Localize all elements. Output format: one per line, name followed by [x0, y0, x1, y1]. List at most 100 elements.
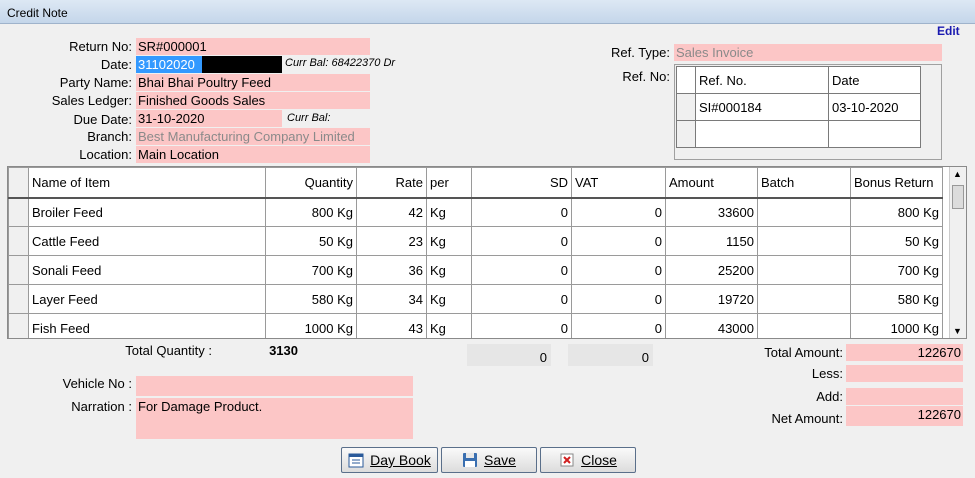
cell-bonus-return[interactable]: 1000 Kg — [850, 313, 943, 338]
cell-rate[interactable]: 34 — [356, 284, 427, 314]
vehicle-no-field[interactable] — [136, 376, 413, 396]
grid-header-batch[interactable]: Batch — [757, 167, 851, 199]
due-date-field[interactable]: 31-10-2020 — [136, 110, 282, 127]
ref-cell-ref-no[interactable] — [695, 120, 829, 148]
cell-batch[interactable] — [757, 313, 851, 338]
cell-quantity[interactable]: 1000 Kg — [265, 313, 357, 338]
party-name-field[interactable]: Bhai Bhai Poultry Feed — [136, 74, 370, 91]
cell-bonus-return[interactable]: 700 Kg — [850, 255, 943, 285]
cell-quantity[interactable]: 800 Kg — [265, 197, 357, 227]
ref-header-ref-no: Ref. No. — [695, 66, 829, 94]
row-selector[interactable] — [8, 197, 29, 227]
return-no-field[interactable]: SR#000001 — [136, 38, 370, 55]
cell-batch[interactable] — [757, 226, 851, 256]
ref-row-selector[interactable] — [676, 93, 696, 121]
cell-batch[interactable] — [757, 197, 851, 227]
row-selector[interactable] — [8, 255, 29, 285]
cell-vat[interactable]: 0 — [571, 255, 666, 285]
cell-sd[interactable]: 0 — [471, 255, 572, 285]
date-label: Date: — [100, 57, 132, 72]
cell-per[interactable]: Kg — [426, 313, 472, 338]
scroll-down-icon[interactable]: ▼ — [953, 326, 962, 336]
calendar-icon — [348, 452, 364, 468]
cell-batch[interactable] — [757, 284, 851, 314]
cell-bonus-return[interactable]: 580 Kg — [850, 284, 943, 314]
ref-cell-ref-no[interactable]: SI#000184 — [695, 93, 829, 121]
cell-sd[interactable]: 0 — [471, 284, 572, 314]
cell-item-name[interactable]: Fish Feed — [28, 313, 266, 338]
cell-vat[interactable]: 0 — [571, 313, 666, 338]
cell-per[interactable]: Kg — [426, 226, 472, 256]
edit-link[interactable]: Edit — [937, 24, 960, 38]
cell-quantity[interactable]: 700 Kg — [265, 255, 357, 285]
ref-cell-date[interactable] — [828, 120, 921, 148]
branch-field[interactable]: Best Manufacturing Company Limited — [136, 128, 370, 145]
sales-ledger-field[interactable]: Finished Goods Sales — [136, 92, 370, 109]
date-field[interactable]: 31102020 — [136, 56, 202, 73]
add-field[interactable] — [846, 388, 963, 405]
location-field[interactable]: Main Location — [136, 146, 370, 163]
cell-amount[interactable]: 33600 — [665, 197, 758, 227]
grid-header-amount[interactable]: Amount — [665, 167, 758, 199]
cell-vat[interactable]: 0 — [571, 226, 666, 256]
cell-item-name[interactable]: Layer Feed — [28, 284, 266, 314]
cell-rate[interactable]: 42 — [356, 197, 427, 227]
cell-sd[interactable]: 0 — [471, 226, 572, 256]
cell-per[interactable]: Kg — [426, 255, 472, 285]
grid-header-quantity[interactable]: Quantity — [265, 167, 357, 199]
ref-cell-date[interactable]: 03-10-2020 — [828, 93, 921, 121]
cell-rate[interactable]: 36 — [356, 255, 427, 285]
total-amount-field: 122670 — [846, 344, 963, 361]
ref-row-selector[interactable] — [676, 66, 696, 94]
cell-bonus-return[interactable]: 50 Kg — [850, 226, 943, 256]
grid-header-sd[interactable]: SD — [471, 167, 572, 199]
grid-header-name[interactable]: Name of Item — [28, 167, 266, 199]
day-book-label: Day Book — [370, 452, 431, 468]
cell-item-name[interactable]: Broiler Feed — [28, 197, 266, 227]
close-icon — [559, 452, 575, 468]
cell-batch[interactable] — [757, 255, 851, 285]
cell-quantity[interactable]: 50 Kg — [265, 226, 357, 256]
scroll-up-icon[interactable]: ▲ — [953, 169, 962, 179]
narration-field[interactable]: For Damage Product. — [136, 398, 413, 439]
grid-header-rate[interactable]: Rate — [356, 167, 427, 199]
cell-amount[interactable]: 1150 — [665, 226, 758, 256]
cell-per[interactable]: Kg — [426, 284, 472, 314]
scroll-thumb[interactable] — [952, 185, 964, 209]
cell-amount[interactable]: 19720 — [665, 284, 758, 314]
cell-sd[interactable]: 0 — [471, 197, 572, 227]
total-quantity-value: 3130 — [269, 343, 298, 358]
cell-sd[interactable]: 0 — [471, 313, 572, 338]
grid-header-bonus-return[interactable]: Bonus Return — [850, 167, 943, 199]
row-selector[interactable] — [8, 284, 29, 314]
cell-item-name[interactable]: Cattle Feed — [28, 226, 266, 256]
row-selector[interactable] — [8, 313, 29, 338]
table-row: Sonali Feed 700 Kg 36 Kg 0 0 25200 700 K… — [8, 255, 943, 285]
less-field[interactable] — [846, 365, 963, 382]
due-date-label: Due Date: — [73, 112, 132, 127]
vat-total: 0 — [568, 344, 653, 366]
day-book-button[interactable]: Day Book — [341, 447, 438, 473]
ref-type-field[interactable]: Sales Invoice — [674, 44, 942, 61]
close-button[interactable]: Close — [540, 447, 636, 473]
row-selector[interactable] — [8, 226, 29, 256]
floppy-disk-icon — [462, 452, 478, 468]
ref-table: Ref. No. Date SI#000184 03-10-2020 — [674, 64, 942, 160]
cell-item-name[interactable]: Sonali Feed — [28, 255, 266, 285]
grid-vertical-scrollbar[interactable]: ▲ ▼ — [949, 167, 966, 338]
cell-vat[interactable]: 0 — [571, 284, 666, 314]
cell-amount[interactable]: 43000 — [665, 313, 758, 338]
cell-vat[interactable]: 0 — [571, 197, 666, 227]
save-button[interactable]: Save — [441, 447, 537, 473]
grid-header-per[interactable]: per — [426, 167, 472, 199]
cell-bonus-return[interactable]: 800 Kg — [850, 197, 943, 227]
cell-rate[interactable]: 23 — [356, 226, 427, 256]
grid-header-vat[interactable]: VAT — [571, 167, 666, 199]
ref-no-label: Ref. No: — [622, 69, 670, 84]
ref-row-selector[interactable] — [676, 120, 696, 148]
cell-quantity[interactable]: 580 Kg — [265, 284, 357, 314]
cell-rate[interactable]: 43 — [356, 313, 427, 338]
date-field-cursor-block — [202, 56, 282, 73]
cell-per[interactable]: Kg — [426, 197, 472, 227]
cell-amount[interactable]: 25200 — [665, 255, 758, 285]
